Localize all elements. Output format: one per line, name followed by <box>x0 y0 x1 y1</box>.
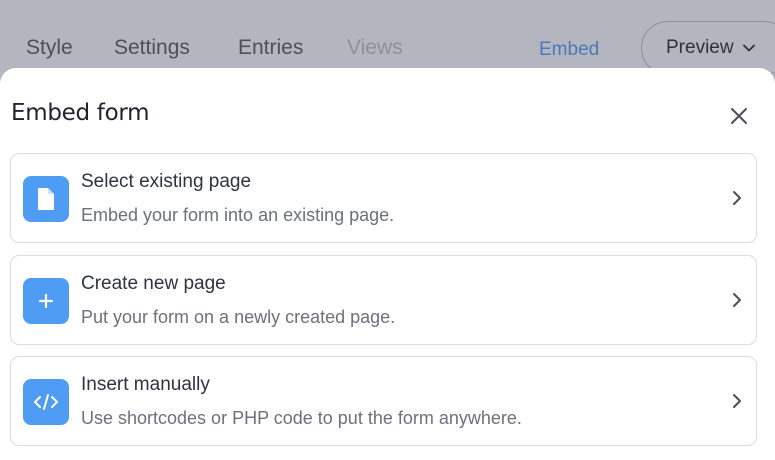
close-button[interactable] <box>726 103 752 129</box>
tab-settings[interactable]: Settings <box>114 35 190 61</box>
option-create-new-page[interactable]: Create new page Put your form on a newly… <box>10 255 757 345</box>
option-title: Select existing page <box>81 171 252 192</box>
embed-form-modal: Embed form Select existing page Embed yo… <box>0 68 775 460</box>
document-icon <box>23 176 69 222</box>
option-description: Put your form on a newly created page. <box>81 307 396 327</box>
close-icon <box>730 107 748 125</box>
chevron-right-icon <box>727 290 747 310</box>
option-title: Insert manually <box>81 374 210 395</box>
chevron-right-icon <box>727 188 747 208</box>
tab-style[interactable]: Style <box>26 35 73 61</box>
option-title: Create new page <box>81 273 226 294</box>
option-insert-manually[interactable]: Insert manually Use shortcodes or PHP co… <box>10 356 757 446</box>
chevron-right-icon <box>727 391 747 411</box>
option-description: Embed your form into an existing page. <box>81 205 395 225</box>
preview-button[interactable]: Preview <box>641 21 775 75</box>
option-select-existing-page[interactable]: Select existing page Embed your form int… <box>10 153 757 243</box>
code-icon <box>23 379 69 425</box>
option-description: Use shortcodes or PHP code to put the fo… <box>81 408 522 428</box>
tab-embed[interactable]: Embed <box>539 37 599 63</box>
modal-title: Embed form <box>11 100 150 126</box>
tab-entries[interactable]: Entries <box>238 35 303 61</box>
chevron-down-icon <box>742 44 755 52</box>
plus-icon <box>23 278 69 324</box>
tab-views[interactable]: Views <box>347 35 403 61</box>
preview-label: Preview <box>666 37 734 58</box>
